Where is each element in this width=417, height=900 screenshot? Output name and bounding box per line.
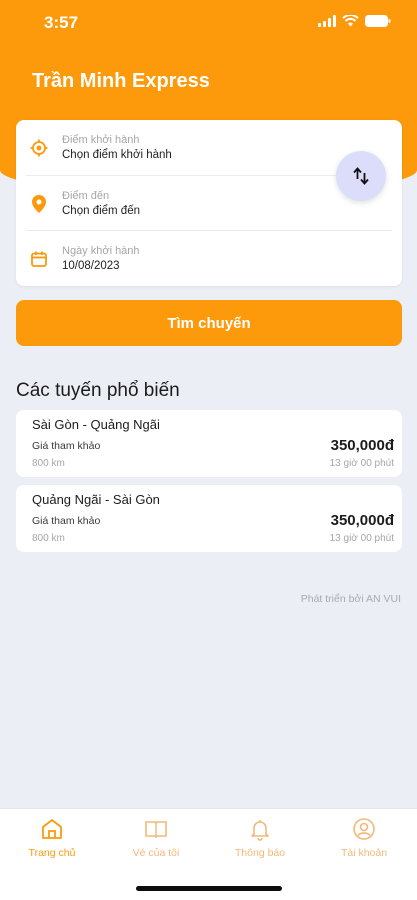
tab-label: Thông báo [234, 847, 286, 859]
target-location-icon [30, 139, 48, 156]
route-duration: 13 giờ 00 phút [329, 533, 394, 544]
status-bar: 3:57 [0, 0, 417, 46]
calendar-icon [31, 251, 47, 267]
ticket-book-icon [145, 821, 167, 839]
wifi-icon [342, 15, 359, 27]
tab-label: Tài khoản [340, 847, 388, 859]
tab-label: Vé của tôi [132, 847, 180, 859]
route-price-label: Giá tham khảo [32, 515, 101, 527]
destination-label: Điểm đến [62, 190, 110, 202]
route-price: 350,000đ [330, 512, 394, 529]
tab-account[interactable]: Tài khoản [312, 817, 416, 859]
status-time: 3:57 [44, 13, 79, 32]
search-trips-button[interactable]: Tìm chuyến [16, 300, 402, 346]
developer-credit: Phát triển bởi AN VUI [300, 593, 401, 605]
home-indicator [136, 886, 282, 891]
route-price-label: Giá tham khảo [32, 440, 101, 452]
date-value: 10/08/2023 [62, 260, 120, 272]
popular-routes-title: Các tuyến phổ biến [16, 380, 180, 401]
destination-value: Chọn điểm đến [62, 205, 140, 217]
route-price: 350,000đ [330, 437, 394, 454]
departure-value: Chọn điểm khởi hành [62, 149, 172, 161]
departure-label: Điểm khởi hành [62, 134, 140, 146]
route-name: Sài Gòn - Quảng Ngãi [32, 417, 160, 432]
route-card[interactable]: Quảng Ngãi - Sài Gòn Giá tham khảo 800 k… [16, 485, 402, 552]
swap-arrows-icon [353, 167, 369, 185]
date-field[interactable]: Ngày khởi hành 10/08/2023 [16, 231, 402, 286]
tab-notifications[interactable]: Thông báo [208, 817, 312, 859]
route-name: Quảng Ngãi - Sài Gòn [32, 492, 160, 507]
route-card[interactable]: Sài Gòn - Quảng Ngãi Giá tham khảo 800 k… [16, 410, 402, 477]
route-duration: 13 giờ 00 phút [329, 458, 394, 469]
location-pin-icon [32, 194, 46, 213]
route-distance: 800 km [32, 533, 65, 544]
swap-locations-button[interactable] [336, 151, 386, 201]
battery-icon [365, 15, 391, 27]
tab-my-tickets[interactable]: Vé của tôi [104, 817, 208, 859]
signal-icon [318, 15, 336, 27]
bell-icon [251, 820, 269, 841]
tab-label: Trang chủ [28, 847, 76, 859]
user-icon [353, 818, 375, 840]
route-distance: 800 km [32, 458, 65, 469]
app-title: Trần Minh Express [32, 70, 210, 92]
tab-home[interactable]: Trang chủ [0, 817, 104, 859]
status-icons [318, 15, 391, 27]
date-label: Ngày khởi hành [62, 245, 140, 257]
home-icon [42, 819, 62, 839]
search-form: Điểm khởi hành Chọn điểm khởi hành Điểm … [16, 120, 402, 286]
